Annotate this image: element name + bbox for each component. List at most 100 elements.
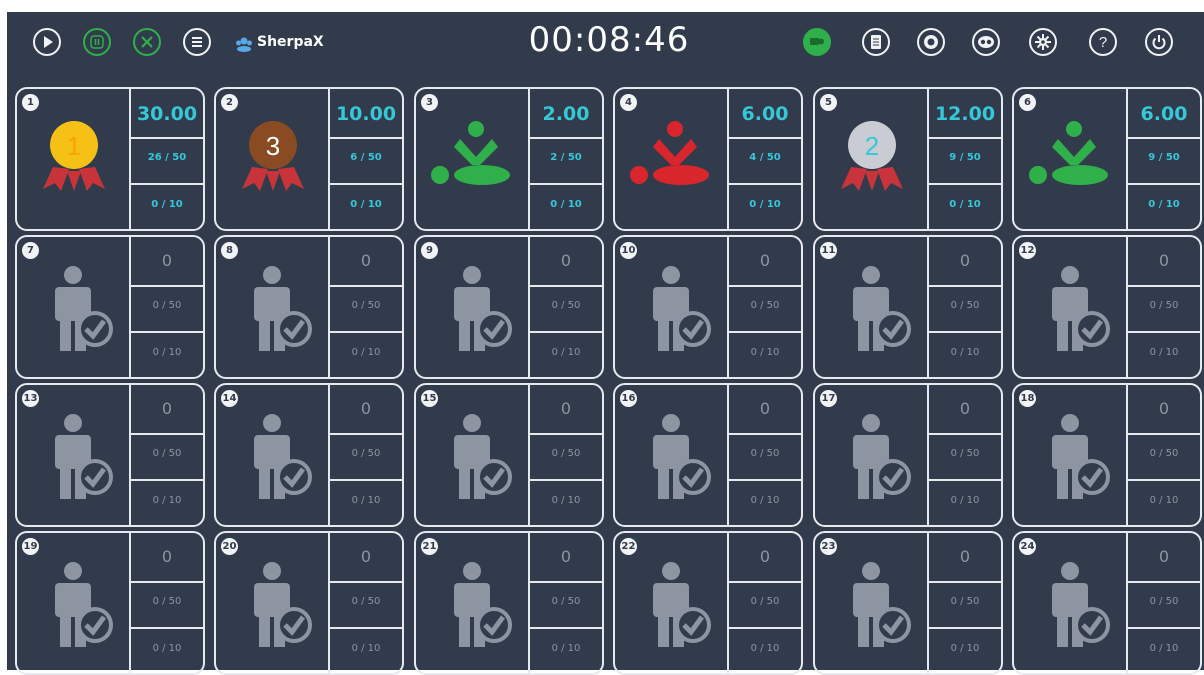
cpr-manikin-icon — [431, 121, 510, 185]
station-number: 5 — [820, 94, 837, 111]
divider — [727, 479, 801, 481]
station-card[interactable]: 6 6.00 9 / 50 0 / 10 — [1012, 87, 1202, 231]
svg-text:?: ? — [1099, 34, 1107, 51]
station-card[interactable]: 8 0 0 / 50 0 / 10 — [214, 235, 404, 379]
person-check-icon — [55, 414, 113, 499]
station-card[interactable]: 17 0 0 / 50 0 / 10 — [813, 383, 1003, 527]
station-number: 12 — [1019, 242, 1036, 259]
station-score: 6.00 — [1140, 103, 1188, 125]
divider — [129, 479, 203, 481]
station-card[interactable]: 3 2.00 2 / 50 0 / 10 — [414, 87, 604, 231]
person-check-icon — [254, 266, 312, 351]
station-card[interactable]: 22 0 0 / 50 0 / 10 — [613, 531, 803, 675]
station-number: 1 — [22, 94, 39, 111]
compressions-count: 9 / 50 — [949, 152, 981, 163]
divider — [528, 137, 602, 139]
station-score: 0 — [161, 399, 173, 418]
power-button[interactable] — [1145, 28, 1173, 56]
station-number: 22 — [620, 538, 637, 555]
station-score: 0 — [560, 251, 572, 270]
ventilations-count: 0 / 10 — [950, 347, 980, 358]
station-card[interactable]: 7 0 0 / 50 0 / 10 — [15, 235, 205, 379]
compressions-count: 0 / 50 — [950, 596, 980, 607]
station-score: 0 — [360, 399, 372, 418]
ventilations-count: 0 / 10 — [550, 199, 582, 210]
station-card[interactable]: 12 0 0 / 50 0 / 10 — [1012, 235, 1202, 379]
station-number: 16 — [620, 390, 637, 407]
divider — [927, 137, 1001, 139]
station-score: 0 — [1158, 547, 1170, 566]
person-check-icon — [55, 562, 113, 647]
station-card[interactable]: 5 2 12.00 9 / 50 0 / 10 — [813, 87, 1003, 231]
station-score: 0 — [360, 547, 372, 566]
station-card[interactable]: 14 0 0 / 50 0 / 10 — [214, 383, 404, 527]
compressions-count: 0 / 50 — [551, 300, 581, 311]
compressions-count: 0 / 50 — [152, 596, 182, 607]
station-score: 0 — [560, 547, 572, 566]
station-number: 7 — [22, 242, 39, 259]
settings-button[interactable] — [1029, 28, 1057, 56]
station-card[interactable]: 10 0 0 / 50 0 / 10 — [613, 235, 803, 379]
ventilations-count: 0 / 10 — [351, 643, 381, 654]
station-score: 0 — [161, 547, 173, 566]
station-number: 2 — [221, 94, 238, 111]
station-card[interactable]: 2 3 10.00 6 / 50 0 / 10 — [214, 87, 404, 231]
divider — [727, 627, 801, 629]
play-button[interactable] — [33, 28, 61, 56]
divider — [927, 479, 1001, 481]
stop-button[interactable] — [133, 28, 161, 56]
station-card[interactable]: 9 0 0 / 50 0 / 10 — [414, 235, 604, 379]
station-score: 0 — [1158, 251, 1170, 270]
station-card[interactable]: 15 0 0 / 50 0 / 10 — [414, 383, 604, 527]
station-card[interactable]: 11 0 0 / 50 0 / 10 — [813, 235, 1003, 379]
station-number: 6 — [1019, 94, 1036, 111]
station-card[interactable]: 21 0 0 / 50 0 / 10 — [414, 531, 604, 675]
station-card[interactable]: 23 0 0 / 50 0 / 10 — [813, 531, 1003, 675]
divider — [927, 285, 1001, 287]
ventilations-count: 0 / 10 — [950, 495, 980, 506]
ventilations-count: 0 / 10 — [551, 495, 581, 506]
menu-button[interactable] — [183, 28, 211, 56]
person-check-icon — [853, 414, 911, 499]
station-card[interactable]: 4 6.00 4 / 50 0 / 10 — [613, 87, 803, 231]
station-score: 2.00 — [542, 103, 590, 125]
help-button[interactable]: ? — [1089, 28, 1117, 56]
divider — [129, 137, 203, 139]
station-card[interactable]: 1 1 30.00 26 / 50 0 / 10 — [15, 87, 205, 231]
divider — [727, 581, 801, 583]
compressions-count: 2 / 50 — [550, 152, 582, 163]
ventilations-count: 0 / 10 — [750, 643, 780, 654]
connect-button[interactable] — [803, 28, 831, 56]
divider — [1126, 581, 1200, 583]
connect-icon — [810, 38, 824, 45]
person-check-icon — [55, 266, 113, 351]
svg-text:2: 2 — [865, 131, 879, 161]
divider — [1126, 627, 1200, 629]
person-check-icon — [653, 414, 711, 499]
divider — [528, 581, 602, 583]
divider — [1126, 479, 1200, 481]
station-card[interactable]: 16 0 0 / 50 0 / 10 — [613, 383, 803, 527]
station-number: 11 — [820, 242, 837, 259]
station-card[interactable]: 24 0 0 / 50 0 / 10 — [1012, 531, 1202, 675]
station-score: 0 — [360, 251, 372, 270]
session-timer: 00:08:46 — [528, 20, 690, 60]
station-score: 0 — [560, 399, 572, 418]
report-icon — [871, 35, 881, 49]
station-card[interactable]: 13 0 0 / 50 0 / 10 — [15, 383, 205, 527]
svg-text:1: 1 — [67, 131, 81, 161]
person-check-icon — [254, 414, 312, 499]
station-number: 15 — [421, 390, 438, 407]
station-card[interactable]: 20 0 0 / 50 0 / 10 — [214, 531, 404, 675]
person-check-icon — [254, 562, 312, 647]
pause-button[interactable] — [83, 28, 111, 56]
station-card[interactable]: 19 0 0 / 50 0 / 10 — [15, 531, 205, 675]
compressions-count: 0 / 50 — [1149, 448, 1179, 459]
compare-button[interactable] — [972, 28, 1000, 56]
cpr-manikin-icon — [1029, 121, 1108, 185]
divider — [528, 183, 602, 185]
compressions-count: 0 / 50 — [1149, 300, 1179, 311]
report-button[interactable] — [862, 28, 890, 56]
record-button[interactable] — [917, 28, 945, 56]
station-card[interactable]: 18 0 0 / 50 0 / 10 — [1012, 383, 1202, 527]
